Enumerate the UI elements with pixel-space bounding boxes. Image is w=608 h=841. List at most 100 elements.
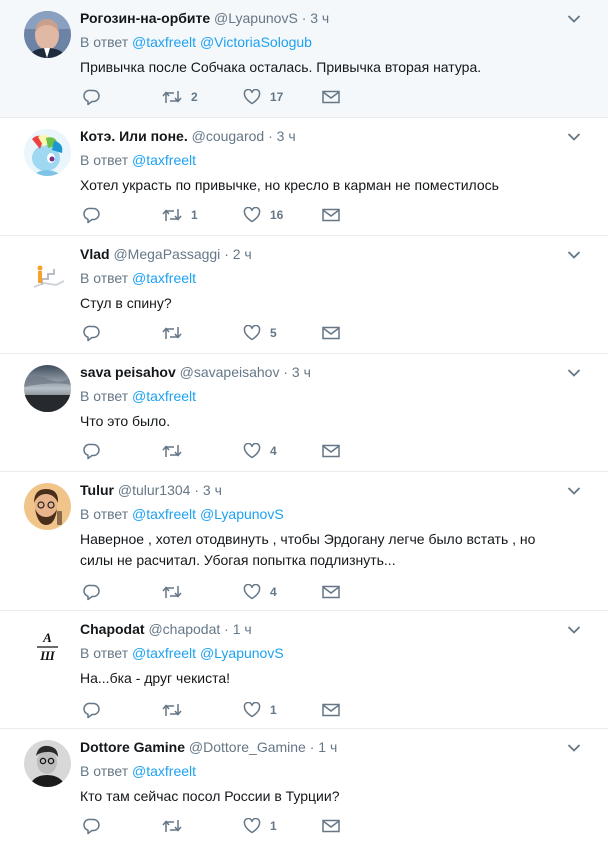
envelope-icon (322, 819, 340, 833)
timestamp[interactable]: 1 ч (233, 621, 252, 637)
timestamp[interactable]: 2 ч (233, 246, 252, 262)
reply-context: В ответ @taxfreelt (80, 762, 568, 780)
mention-link[interactable]: @taxfreelt (132, 506, 196, 522)
heart-icon (243, 325, 261, 341)
chevron-down-icon[interactable] (567, 486, 581, 496)
retweet-button[interactable] (162, 323, 191, 343)
timestamp[interactable]: 3 ч (310, 10, 329, 26)
author-handle[interactable]: @LyapunovS (214, 10, 298, 26)
reply-button[interactable] (83, 816, 101, 836)
chevron-down-icon[interactable] (567, 625, 581, 635)
reply-prefix: В ответ (80, 388, 129, 404)
avatar[interactable] (24, 740, 71, 787)
tweet[interactable]: Tulur @tulur1304 · 3 ч В ответ @taxfreel… (0, 472, 608, 611)
reply-prefix: В ответ (80, 34, 129, 50)
like-button[interactable]: 17 (243, 87, 283, 107)
avatar[interactable]: А Ш (24, 622, 71, 669)
chevron-down-icon[interactable] (567, 14, 581, 24)
tweet-actions: 4 (80, 582, 380, 602)
retweet-button[interactable] (162, 441, 191, 461)
retweet-icon (162, 702, 182, 718)
author-handle[interactable]: @tulur1304 (118, 482, 191, 498)
tweet-text: Стул в спину? (80, 295, 172, 311)
timestamp[interactable]: 1 ч (318, 739, 337, 755)
chevron-down-icon[interactable] (567, 250, 581, 260)
tweet[interactable]: Котэ. Или поне. @cougarod · 3 ч В ответ … (0, 118, 608, 236)
mention-link[interactable]: @taxfreelt (132, 34, 196, 50)
reply-button[interactable] (83, 441, 101, 461)
retweet-button[interactable] (162, 700, 191, 720)
retweet-icon (162, 584, 182, 600)
tweet[interactable]: А Ш Chapodat @chapodat · 1 ч В ответ @ta… (0, 611, 608, 729)
avatar[interactable] (24, 483, 71, 530)
avatar[interactable] (24, 365, 71, 412)
mention-link[interactable]: @taxfreelt (132, 270, 196, 286)
author-name[interactable]: Dottore Gamine (80, 739, 185, 755)
author-name[interactable]: Котэ. Или поне. (80, 128, 188, 144)
timestamp[interactable]: 3 ч (292, 364, 311, 380)
direct-message-button[interactable] (322, 87, 340, 107)
tweet-text: Хотел украсть по привычке, но кресло в к… (80, 177, 499, 193)
retweet-button[interactable]: 2 (162, 87, 198, 107)
avatar[interactable] (24, 129, 71, 176)
envelope-icon (322, 703, 340, 717)
timestamp[interactable]: 3 ч (203, 482, 222, 498)
direct-message-button[interactable] (322, 700, 340, 720)
envelope-icon (322, 444, 340, 458)
direct-message-button[interactable] (322, 205, 340, 225)
chevron-down-icon[interactable] (567, 132, 581, 142)
avatar[interactable] (24, 247, 71, 294)
timestamp[interactable]: 3 ч (277, 128, 296, 144)
heart-icon (243, 584, 261, 600)
retweet-button[interactable] (162, 582, 191, 602)
like-button[interactable]: 1 (243, 816, 277, 836)
retweet-button[interactable] (162, 816, 191, 836)
like-button[interactable]: 5 (243, 323, 277, 343)
envelope-icon (322, 326, 340, 340)
reply-button[interactable] (83, 205, 101, 225)
author-name[interactable]: Chapodat (80, 621, 145, 637)
reply-button[interactable] (83, 700, 101, 720)
like-button[interactable]: 4 (243, 441, 277, 461)
tweet[interactable]: Vlad @MegaPassaggi · 2 ч В ответ @taxfre… (0, 236, 608, 354)
mention-link[interactable]: @taxfreelt (132, 388, 196, 404)
tweet[interactable]: Dottore Gamine @Dottore_Gamine · 1 ч В о… (0, 729, 608, 841)
letters-logo-icon: А Ш (24, 622, 71, 669)
author-name[interactable]: Tulur (80, 482, 114, 498)
tweet[interactable]: sava peisahov @savapeisahov · 3 ч В отве… (0, 354, 608, 472)
reply-button[interactable] (83, 323, 101, 343)
author-handle[interactable]: @MegaPassaggi (113, 246, 220, 262)
tweet[interactable]: Рогозин-на-орбите @LyapunovS · 3 ч В отв… (0, 0, 608, 118)
direct-message-button[interactable] (322, 441, 340, 461)
mention-link[interactable]: @taxfreelt (132, 645, 196, 661)
direct-message-button[interactable] (322, 816, 340, 836)
like-button[interactable]: 4 (243, 582, 277, 602)
author-name[interactable]: sava peisahov (80, 364, 176, 380)
tweet-actions: 5 (80, 323, 380, 343)
avatar[interactable] (24, 11, 71, 58)
retweet-button[interactable]: 1 (162, 205, 198, 225)
mention-link[interactable]: @LyapunovS (200, 506, 284, 522)
mention-link[interactable]: @taxfreelt (132, 763, 196, 779)
reply-button[interactable] (83, 87, 101, 107)
like-button[interactable]: 16 (243, 205, 283, 225)
separator-dot: · (268, 128, 273, 144)
chevron-down-icon[interactable] (567, 368, 581, 378)
chevron-down-icon[interactable] (567, 743, 581, 753)
tweet-actions: 4 (80, 441, 380, 461)
mention-link[interactable]: @VictoriaSologub (200, 34, 312, 50)
author-handle[interactable]: @chapodat (148, 621, 220, 637)
author-handle[interactable]: @Dottore_Gamine (189, 739, 306, 755)
author-name[interactable]: Рогозин-на-орбите (80, 10, 210, 26)
author-handle[interactable]: @cougarod (192, 128, 265, 144)
tweet-feed: Рогозин-на-орбите @LyapunovS · 3 ч В отв… (0, 0, 608, 841)
author-name[interactable]: Vlad (80, 246, 110, 262)
mention-link[interactable]: @LyapunovS (200, 645, 284, 661)
like-button[interactable]: 1 (243, 700, 277, 720)
author-handle[interactable]: @savapeisahov (180, 364, 280, 380)
mention-link[interactable]: @taxfreelt (132, 152, 196, 168)
direct-message-button[interactable] (322, 323, 340, 343)
reply-context: В ответ @taxfreelt (80, 151, 568, 169)
reply-button[interactable] (83, 582, 101, 602)
direct-message-button[interactable] (322, 582, 340, 602)
